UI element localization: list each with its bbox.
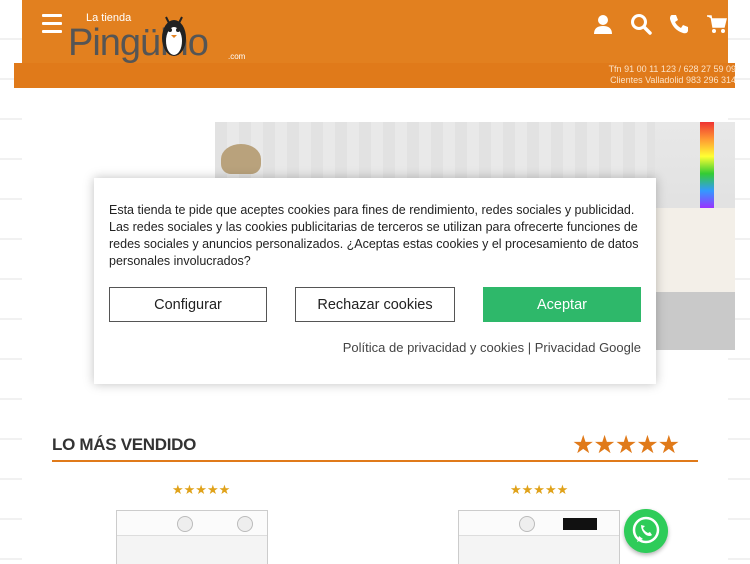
bestsellers-divider bbox=[52, 460, 698, 462]
bestsellers-title: LO MÁS VENDIDO bbox=[52, 435, 197, 454]
contact-info: Tfn 91 00 11 123 / 628 27 59 09 Clientes… bbox=[609, 64, 736, 86]
menu-icon[interactable] bbox=[42, 14, 62, 34]
product-rating-2: ★★★★★ bbox=[510, 482, 569, 497]
reject-cookies-button[interactable]: Rechazar cookies bbox=[295, 287, 455, 322]
header-actions bbox=[592, 13, 728, 35]
cookie-message: Esta tienda te pide que aceptes cookies … bbox=[109, 203, 639, 268]
accept-button[interactable]: Aceptar bbox=[483, 287, 641, 322]
penguin-icon bbox=[162, 16, 186, 56]
product-rating-1: ★★★★★ bbox=[172, 482, 231, 497]
site-logo[interactable]: La tienda Pingüino .com bbox=[68, 12, 258, 64]
product-image-1[interactable] bbox=[116, 510, 268, 564]
cart-icon[interactable] bbox=[706, 13, 728, 35]
privacy-policy-link[interactable]: Política de privacidad y cookies bbox=[343, 340, 524, 355]
logo-domain: .com bbox=[228, 52, 246, 61]
contact-phone: Tfn 91 00 11 123 / 628 27 59 09 bbox=[608, 64, 736, 74]
search-icon[interactable] bbox=[630, 13, 652, 35]
bestsellers-stars: ★★★★★ bbox=[572, 431, 680, 459]
cookie-links: Política de privacidad y cookies | Priva… bbox=[343, 340, 641, 355]
phone-icon[interactable] bbox=[668, 13, 690, 35]
user-icon[interactable] bbox=[592, 13, 614, 35]
links-separator: | bbox=[527, 340, 532, 355]
configure-button[interactable]: Configurar bbox=[109, 287, 267, 322]
cookie-consent-dialog: Esta tienda te pide que aceptes cookies … bbox=[94, 178, 656, 384]
whatsapp-icon[interactable] bbox=[624, 509, 668, 553]
product-image-2[interactable] bbox=[458, 510, 620, 564]
contact-clients: Clientes Valladolid 983 296 314 bbox=[610, 75, 736, 85]
google-privacy-link[interactable]: Privacidad Google bbox=[535, 340, 641, 355]
